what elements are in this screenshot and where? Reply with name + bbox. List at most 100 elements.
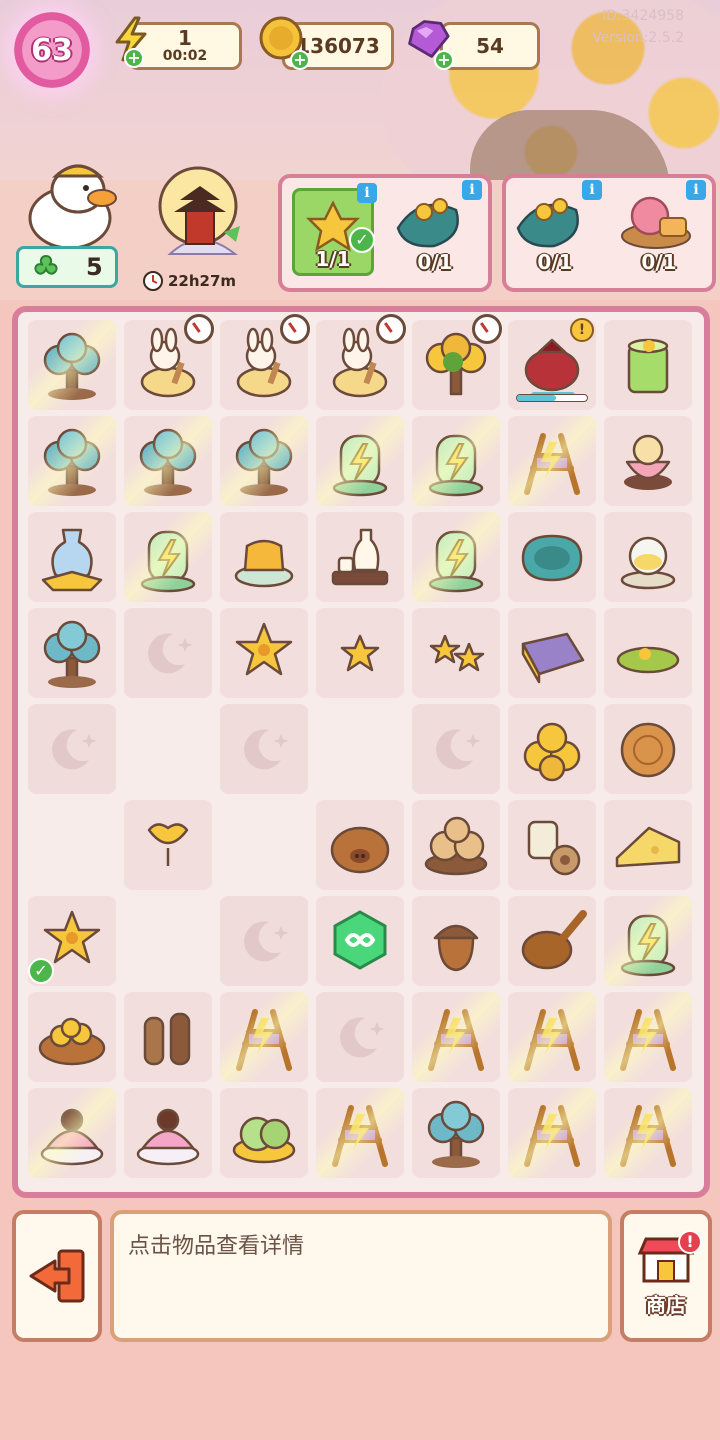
board-cell[interactable] bbox=[124, 416, 212, 506]
board-cell[interactable] bbox=[220, 1088, 308, 1178]
info-button[interactable]: i bbox=[462, 180, 482, 200]
board-cell[interactable] bbox=[604, 800, 692, 890]
board-cell[interactable] bbox=[316, 416, 404, 506]
order-slot-rose-mooncake[interactable]: 0/1 i bbox=[618, 180, 706, 276]
duck-helper-avatar[interactable] bbox=[22, 160, 122, 250]
blue-tree-item[interactable] bbox=[129, 422, 207, 500]
wood-spoon-item[interactable] bbox=[513, 902, 591, 980]
blue-tree-item[interactable] bbox=[225, 422, 303, 500]
star-basket-item[interactable] bbox=[33, 998, 111, 1076]
board-cell[interactable] bbox=[28, 320, 116, 410]
mooncake-item[interactable] bbox=[609, 710, 687, 788]
info-button[interactable]: i bbox=[582, 180, 602, 200]
peach-cake-item[interactable] bbox=[609, 422, 687, 500]
order-slot-osmanthus-flower[interactable]: ✓ 1/1 i bbox=[292, 183, 377, 276]
board-cell[interactable]: ✓ bbox=[28, 896, 116, 986]
board-cell[interactable] bbox=[604, 704, 692, 794]
board-cell[interactable] bbox=[604, 416, 692, 506]
osmanthus-flower-item[interactable] bbox=[225, 614, 303, 692]
pink-cake-item[interactable] bbox=[129, 1094, 207, 1172]
infinity-gem-item[interactable] bbox=[321, 902, 399, 980]
green-mooncake-item[interactable] bbox=[225, 1094, 303, 1172]
pagoda-moon-icon[interactable] bbox=[140, 166, 260, 266]
board-cell[interactable] bbox=[412, 992, 500, 1082]
board-cell[interactable] bbox=[316, 314, 406, 410]
board-cell[interactable] bbox=[316, 512, 404, 602]
level-badge[interactable]: 63 bbox=[14, 12, 90, 88]
glass-teapot-item[interactable] bbox=[609, 518, 687, 596]
board-cell[interactable] bbox=[412, 1088, 500, 1178]
green-plate-item[interactable] bbox=[609, 614, 687, 692]
board-cell[interactable] bbox=[604, 896, 692, 986]
board-cell[interactable] bbox=[412, 896, 500, 986]
board-cell[interactable] bbox=[604, 1088, 692, 1178]
energy-jar-item[interactable] bbox=[417, 422, 495, 500]
board-cell[interactable] bbox=[220, 608, 308, 698]
lantern-tree-item[interactable] bbox=[33, 326, 111, 404]
board-cell[interactable] bbox=[412, 800, 500, 890]
add-energy-button[interactable]: + bbox=[124, 48, 144, 68]
exit-button[interactable] bbox=[12, 1210, 102, 1342]
board-cell[interactable] bbox=[412, 512, 500, 602]
board-cell[interactable] bbox=[124, 896, 212, 986]
add-coins-button[interactable]: + bbox=[290, 50, 310, 70]
board-cell[interactable] bbox=[124, 1088, 212, 1178]
loom-item[interactable] bbox=[609, 998, 687, 1076]
blue-vase-item[interactable] bbox=[33, 518, 111, 596]
energy-jar-item[interactable] bbox=[609, 902, 687, 980]
board-cell[interactable] bbox=[220, 896, 308, 986]
bunny-buns-item[interactable] bbox=[417, 806, 495, 884]
board-cell[interactable] bbox=[28, 992, 116, 1082]
order-slot-osmanthus-leaf-bundle[interactable]: 0/1 i bbox=[394, 180, 482, 276]
board-cell[interactable] bbox=[508, 1088, 596, 1178]
board-cell[interactable] bbox=[220, 512, 308, 602]
board-cell[interactable] bbox=[28, 416, 116, 506]
blue-tree-item[interactable] bbox=[33, 422, 111, 500]
board-cell[interactable] bbox=[508, 800, 596, 890]
board-cell[interactable] bbox=[508, 416, 596, 506]
ginkgo-leaf-item[interactable] bbox=[129, 806, 207, 884]
info-button[interactable]: i bbox=[357, 183, 377, 203]
helper-counter[interactable]: 5 bbox=[16, 246, 118, 288]
board-cell[interactable] bbox=[124, 314, 214, 410]
board-cell[interactable] bbox=[28, 1088, 116, 1178]
green-drink-item[interactable] bbox=[609, 326, 687, 404]
board-cell[interactable] bbox=[316, 992, 404, 1082]
board-cell[interactable] bbox=[28, 704, 116, 794]
board-cell[interactable] bbox=[508, 704, 596, 794]
board-cell[interactable] bbox=[124, 704, 212, 794]
board-cell[interactable] bbox=[604, 512, 692, 602]
gem-counter[interactable]: 54 bbox=[440, 22, 540, 70]
board-cell[interactable] bbox=[412, 314, 502, 410]
shop-button[interactable]: 商店 ! bbox=[620, 1210, 712, 1342]
board-cell[interactable] bbox=[220, 800, 308, 890]
order-slot-osmanthus-leaf-bundle[interactable]: 0/1 i bbox=[514, 180, 602, 276]
board-cell[interactable] bbox=[412, 416, 500, 506]
loom-item[interactable] bbox=[513, 998, 591, 1076]
info-button[interactable]: i bbox=[686, 180, 706, 200]
loom-item[interactable] bbox=[513, 1094, 591, 1172]
board-cell[interactable] bbox=[412, 704, 500, 794]
cat-cake-item[interactable] bbox=[33, 1094, 111, 1172]
board-cell[interactable] bbox=[124, 992, 212, 1082]
board-cell[interactable] bbox=[316, 896, 404, 986]
board-cell[interactable] bbox=[220, 416, 308, 506]
sake-set-item[interactable] bbox=[321, 518, 399, 596]
jelly-cake-item[interactable] bbox=[225, 518, 303, 596]
pig-bun-item[interactable] bbox=[321, 806, 399, 884]
order-card-2[interactable]: 0/1 i 0/1 i bbox=[502, 174, 716, 292]
board-cell[interactable] bbox=[316, 704, 404, 794]
small-tree-item[interactable] bbox=[33, 614, 111, 692]
board-cell[interactable]: ! bbox=[508, 318, 596, 410]
loom-item[interactable] bbox=[225, 998, 303, 1076]
board-cell[interactable] bbox=[508, 512, 596, 602]
purple-cloth-item[interactable] bbox=[513, 614, 591, 692]
add-gems-button[interactable]: + bbox=[434, 50, 454, 70]
bonsai-tree-item[interactable] bbox=[417, 1094, 495, 1172]
board-cell[interactable] bbox=[604, 608, 692, 698]
board-cell[interactable] bbox=[124, 512, 212, 602]
board-cell[interactable] bbox=[316, 800, 404, 890]
board-cell[interactable] bbox=[220, 992, 308, 1082]
board-cell[interactable] bbox=[316, 608, 404, 698]
energy-jar-item[interactable] bbox=[321, 422, 399, 500]
